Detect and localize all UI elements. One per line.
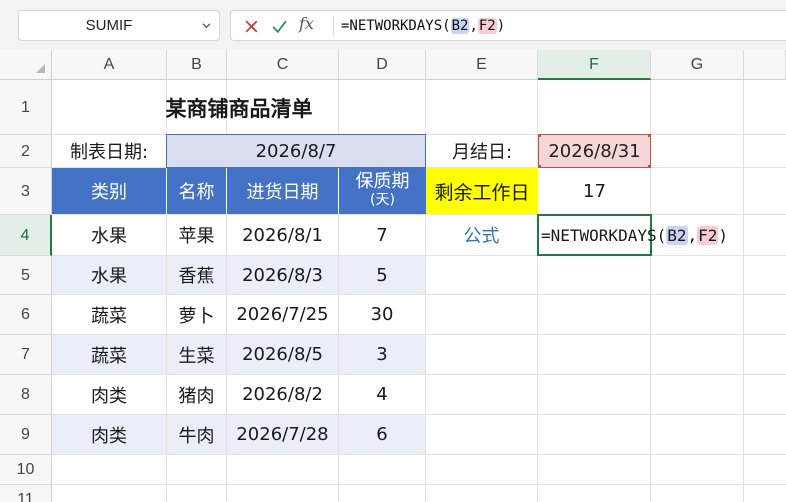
cell-formula-suffix: ): [718, 225, 729, 245]
header-purchase-date[interactable]: 进货日期: [227, 168, 339, 214]
remaining-workdays-label[interactable]: 剩余工作日: [426, 168, 538, 214]
column-header-b[interactable]: B: [167, 50, 227, 80]
item-name[interactable]: 生菜: [167, 335, 226, 374]
formula-label-cell[interactable]: 公式: [426, 215, 537, 255]
item-date[interactable]: 2026/8/2: [227, 375, 338, 414]
check-icon[interactable]: [271, 18, 288, 35]
month-end-label-cell[interactable]: 月结日:: [426, 135, 538, 167]
formula-ref-b2: B2: [450, 18, 470, 34]
name-box-value[interactable]: SUMIF: [19, 11, 199, 40]
cell-formula-prefix: =NETWORKDAYS(: [541, 225, 667, 245]
item-name[interactable]: 牛肉: [167, 415, 226, 454]
item-date[interactable]: 2026/7/25: [227, 295, 338, 334]
formula-ref-f2: F2: [477, 18, 497, 34]
row-header-10[interactable]: 10: [0, 455, 52, 485]
row-header-7[interactable]: 7: [0, 335, 52, 375]
formula-prefix: =NETWORKDAYS(: [341, 18, 451, 34]
name-box[interactable]: SUMIF: [18, 10, 220, 41]
formula-suffix: ): [496, 18, 506, 34]
active-edit-cell[interactable]: =NETWORKDAYS(B2, F2): [537, 214, 728, 256]
cell-formula-ref-f2: F2: [697, 225, 719, 245]
close-icon[interactable]: [243, 18, 260, 35]
item-days[interactable]: 6: [339, 415, 425, 454]
insert-function-button[interactable]: fx: [299, 14, 314, 33]
gridline-v: [743, 80, 744, 502]
month-end-value-text: 2026/8/31: [548, 140, 641, 162]
column-header-g[interactable]: G: [651, 50, 744, 80]
header-shelf-life-label: 保质期: [355, 171, 410, 192]
header-category[interactable]: 类别: [52, 168, 167, 214]
item-category[interactable]: 蔬菜: [52, 335, 166, 374]
item-date[interactable]: 2026/8/3: [227, 256, 338, 294]
row-header-3[interactable]: 3: [0, 168, 52, 215]
item-days[interactable]: 5: [339, 256, 425, 294]
column-header-d[interactable]: D: [339, 50, 426, 80]
item-days[interactable]: 30: [339, 295, 425, 334]
header-name[interactable]: 名称: [167, 168, 227, 214]
formula-sep: ,: [469, 18, 478, 34]
column-header-a[interactable]: A: [52, 50, 167, 80]
selection-handle[interactable]: [539, 135, 541, 137]
month-end-value-cell[interactable]: 2026/8/31: [538, 134, 651, 168]
formula-input[interactable]: =NETWORKDAYS(B2,F2): [341, 15, 505, 37]
header-shelf-life-unit: (天): [370, 192, 395, 208]
item-category[interactable]: 水果: [52, 256, 166, 294]
item-date[interactable]: 2026/7/28: [227, 415, 338, 454]
item-date[interactable]: 2026/8/5: [227, 335, 338, 374]
formula-toolbar: SUMIF fx =NETWORKDAYS(B2,F2): [0, 0, 786, 50]
item-category[interactable]: 蔬菜: [52, 295, 166, 334]
row-header-5[interactable]: 5: [0, 256, 52, 295]
row-header-8[interactable]: 8: [0, 375, 52, 415]
select-all-corner[interactable]: [0, 50, 52, 80]
item-days[interactable]: 4: [339, 375, 425, 414]
item-name[interactable]: 猪肉: [167, 375, 226, 414]
selection-handle[interactable]: [648, 135, 650, 137]
remaining-workdays-value[interactable]: 17: [538, 168, 651, 214]
item-name[interactable]: 萝卜: [167, 295, 226, 334]
item-name[interactable]: 苹果: [167, 215, 226, 255]
row-header-11[interactable]: 11: [0, 485, 52, 502]
formula-bar: fx =NETWORKDAYS(B2,F2): [230, 10, 786, 41]
item-category[interactable]: 水果: [52, 215, 166, 255]
column-header-e[interactable]: E: [426, 50, 538, 80]
date-label-cell[interactable]: 制表日期:: [52, 135, 166, 167]
formula-separator: [333, 16, 334, 36]
row-header-9[interactable]: 9: [0, 415, 52, 455]
corner-triangle-icon: [36, 64, 45, 73]
header-shelf-life[interactable]: 保质期 (天): [339, 168, 426, 214]
item-name[interactable]: 香蕉: [167, 256, 226, 294]
column-header-h[interactable]: [744, 50, 786, 80]
gridline-h: [52, 484, 786, 485]
column-header-c[interactable]: C: [227, 50, 339, 80]
column-header-f[interactable]: F: [538, 50, 651, 80]
row-header-4[interactable]: 4: [0, 215, 52, 256]
chevron-down-icon[interactable]: [202, 21, 211, 30]
date-value-cell[interactable]: 2026/8/7: [166, 134, 426, 168]
sheet-title[interactable]: 某商铺商品清单: [52, 81, 426, 134]
cell-formula-ref-b2: B2: [666, 225, 688, 245]
item-category[interactable]: 肉类: [52, 415, 166, 454]
item-category[interactable]: 肉类: [52, 375, 166, 414]
row-header-2[interactable]: 2: [0, 135, 52, 168]
spreadsheet-grid[interactable]: A B C D E F G 1 2 3 4 5 6 7 8 9 10 11 某商…: [0, 50, 786, 502]
item-days[interactable]: 7: [339, 215, 425, 255]
cell-formula-sep: ,: [687, 225, 698, 245]
item-days[interactable]: 3: [339, 335, 425, 374]
row-header-6[interactable]: 6: [0, 295, 52, 335]
item-date[interactable]: 2026/8/1: [227, 215, 338, 255]
gridline-h: [52, 454, 786, 455]
row-header-1[interactable]: 1: [0, 80, 52, 135]
